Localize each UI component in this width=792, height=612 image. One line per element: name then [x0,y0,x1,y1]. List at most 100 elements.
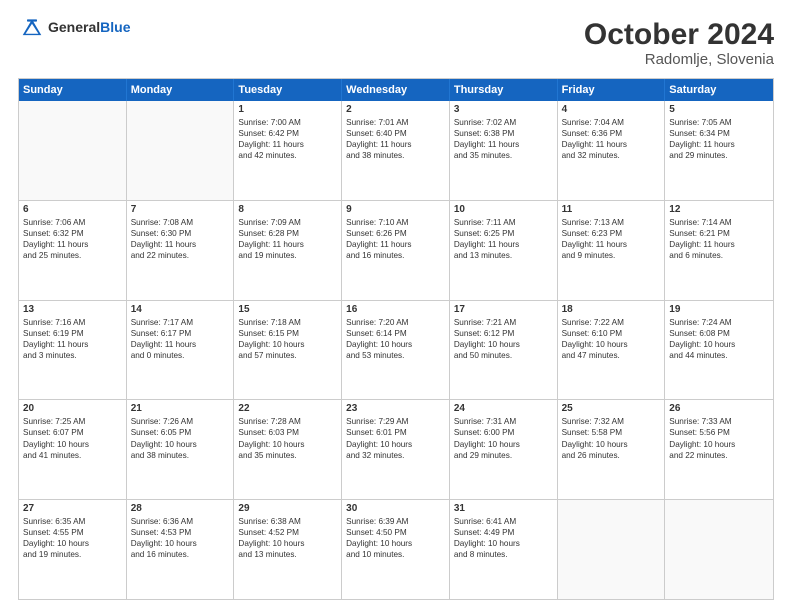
cell-line: Daylight: 10 hours [669,339,769,350]
cal-cell: 22Sunrise: 7:28 AMSunset: 6:03 PMDayligh… [234,400,342,499]
logo-text: GeneralBlue [48,19,130,37]
day-number: 11 [562,204,661,215]
day-number: 15 [238,304,337,315]
calendar: Sunday Monday Tuesday Wednesday Thursday… [18,78,774,600]
cell-line: and 29 minutes. [669,150,769,161]
cal-cell: 8Sunrise: 7:09 AMSunset: 6:28 PMDaylight… [234,201,342,300]
cal-cell: 31 Sunrise: 6:41 AMSunset: 4:49 PMDayligh… [450,500,558,599]
cell-line: Sunrise: 7:18 AM [238,317,337,328]
cal-cell: 16Sunrise: 7:20 AMSunset: 6:14 PMDayligh… [342,301,450,400]
cell-line: and 16 minutes. [131,549,230,560]
cal-cell: 1Sunrise: 7:00 AMSunset: 6:42 PMDaylight… [234,101,342,200]
page: GeneralBlue October 2024 Radomlje, Slove… [0,0,792,612]
cell-line: Sunrise: 7:01 AM [346,117,445,128]
cell-line: and 9 minutes. [562,250,661,261]
cell-line: and 47 minutes. [562,350,661,361]
cell-line: Daylight: 10 hours [23,538,122,549]
cell-line: Sunset: 6:42 PM [238,128,337,139]
cell-line: Daylight: 10 hours [238,538,337,549]
cell-line: Sunrise: 6:41 AM [454,516,553,527]
cell-line: and 8 minutes. [454,549,553,560]
cell-line: and 22 minutes. [669,450,769,461]
cell-line: Sunset: 6:08 PM [669,328,769,339]
cell-line: Sunset: 6:28 PM [238,228,337,239]
title-area: October 2024 Radomlje, Slovenia [584,18,774,68]
day-number: 2 [346,104,445,115]
logo-icon [20,18,44,38]
cell-line: and 32 minutes. [562,150,661,161]
cell-line: Sunset: 4:53 PM [131,527,230,538]
cell-line: and 38 minutes. [131,450,230,461]
cell-line: and 19 minutes. [238,250,337,261]
cell-line: Daylight: 11 hours [454,139,553,150]
calendar-header: Sunday Monday Tuesday Wednesday Thursday… [19,79,773,101]
header-sunday: Sunday [19,79,127,101]
cal-cell: 5Sunrise: 7:05 AMSunset: 6:34 PMDaylight… [665,101,773,200]
cell-line: Sunrise: 7:04 AM [562,117,661,128]
cell-line: Sunset: 4:49 PM [454,527,553,538]
day-number: 13 [23,304,122,315]
day-number: 26 [669,403,769,414]
cell-line: Sunrise: 7:09 AM [238,217,337,228]
cell-line: Daylight: 11 hours [454,239,553,250]
day-number: 12 [669,204,769,215]
cal-cell: 7Sunrise: 7:08 AMSunset: 6:30 PMDaylight… [127,201,235,300]
cell-line: and 50 minutes. [454,350,553,361]
cell-line: Sunrise: 7:28 AM [238,416,337,427]
cell-line: Sunset: 6:03 PM [238,427,337,438]
cell-line: Sunrise: 7:22 AM [562,317,661,328]
cell-line: Sunset: 6:40 PM [346,128,445,139]
cell-line: Sunrise: 7:24 AM [669,317,769,328]
cal-cell: 27Sunrise: 6:35 AMSunset: 4:55 PMDayligh… [19,500,127,599]
cell-line: Daylight: 11 hours [562,139,661,150]
header-thursday: Thursday [450,79,558,101]
cal-cell: 26Sunrise: 7:33 AMSunset: 5:56 PMDayligh… [665,400,773,499]
cal-cell: 25Sunrise: 7:32 AMSunset: 5:58 PMDayligh… [558,400,666,499]
cal-cell: 6Sunrise: 7:06 AMSunset: 6:32 PMDaylight… [19,201,127,300]
cal-cell [127,101,235,200]
header-monday: Monday [127,79,235,101]
cell-line: Sunset: 6:36 PM [562,128,661,139]
cell-line: and 35 minutes. [454,150,553,161]
cell-line: and 42 minutes. [238,150,337,161]
cell-line: Daylight: 10 hours [454,538,553,549]
cal-cell [19,101,127,200]
cell-line: Daylight: 11 hours [238,139,337,150]
cal-cell: 9Sunrise: 7:10 AMSunset: 6:26 PMDaylight… [342,201,450,300]
logo: GeneralBlue [18,18,130,38]
cal-cell: 17Sunrise: 7:21 AMSunset: 6:12 PMDayligh… [450,301,558,400]
cell-line: Daylight: 11 hours [346,239,445,250]
cell-line: and 41 minutes. [23,450,122,461]
cell-line: and 29 minutes. [454,450,553,461]
cell-line: Sunset: 4:52 PM [238,527,337,538]
cell-line: Daylight: 11 hours [238,239,337,250]
cell-line: and 13 minutes. [238,549,337,560]
cell-line: Daylight: 10 hours [562,439,661,450]
cell-line: Sunset: 6:30 PM [131,228,230,239]
logo-blue: Blue [100,19,130,35]
cal-cell: 10Sunrise: 7:11 AMSunset: 6:25 PMDayligh… [450,201,558,300]
cell-line: and 53 minutes. [346,350,445,361]
cell-line: Sunrise: 6:35 AM [23,516,122,527]
day-number: 10 [454,204,553,215]
cell-line: Sunrise: 7:14 AM [669,217,769,228]
cell-line: Sunrise: 7:08 AM [131,217,230,228]
cell-line: Daylight: 11 hours [23,339,122,350]
cell-line: Sunrise: 6:39 AM [346,516,445,527]
cell-line: Daylight: 11 hours [346,139,445,150]
cal-cell: 21Sunrise: 7:26 AMSunset: 6:05 PMDayligh… [127,400,235,499]
cell-line: Daylight: 11 hours [131,239,230,250]
cal-cell: 2 Sunrise: 7:01 AMSunset: 6:40 PMDaylight… [342,101,450,200]
cell-line: Sunrise: 7:05 AM [669,117,769,128]
cell-line: Sunset: 6:34 PM [669,128,769,139]
cell-line: Sunset: 6:12 PM [454,328,553,339]
cell-line: Daylight: 10 hours [562,339,661,350]
cell-line: Sunset: 6:15 PM [238,328,337,339]
cal-cell: 3Sunrise: 7:02 AMSunset: 6:38 PMDaylight… [450,101,558,200]
header-saturday: Saturday [665,79,773,101]
cell-line: Sunrise: 7:00 AM [238,117,337,128]
day-number: 31 [454,503,553,514]
cell-line: Daylight: 11 hours [23,239,122,250]
cell-line: Sunrise: 6:36 AM [131,516,230,527]
cell-line: Daylight: 10 hours [238,339,337,350]
